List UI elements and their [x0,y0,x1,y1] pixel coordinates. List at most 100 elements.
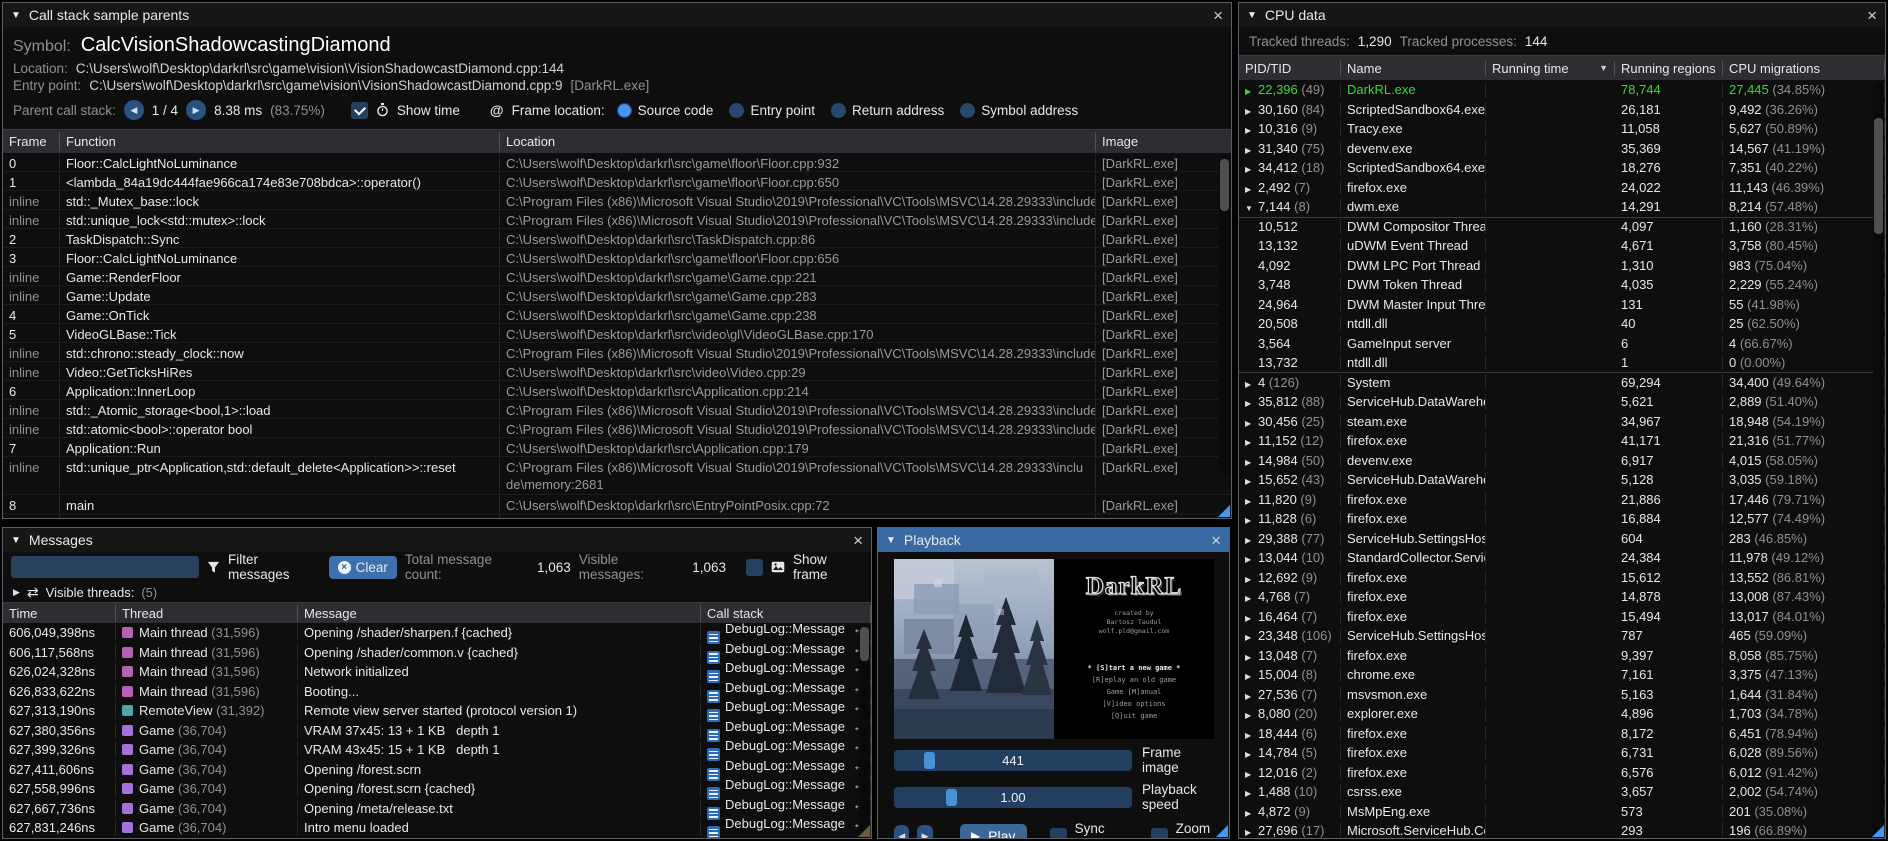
table-row[interactable]: inlinestd::unique_lock<std::mutex>::lock… [3,210,1231,229]
play-button[interactable]: ▶ Play [960,824,1027,839]
col-image[interactable]: Image [1096,132,1231,151]
table-row[interactable]: ▶14,784 (5)firefox.exe97.95 ms (0.42%)6,… [1239,743,1885,763]
resize-grip[interactable] [1218,505,1230,517]
visible-threads-row[interactable]: ▶ ⇄ Visible threads: (5) [3,582,871,602]
sync-timeline-checkbox[interactable] [1050,828,1067,840]
table-row[interactable]: ▶18,444 (6)firefox.exe104.2 ms (0.45%)8,… [1239,724,1885,744]
frame-location-option[interactable]: Source code [617,103,714,118]
table-row[interactable]: 10,512 DWM Compositor Thread1.53 s (6.63… [1239,217,1885,237]
table-row[interactable]: 13,732 ntdll.dll5.84 us (0.00%)10 (0.00%… [1239,353,1885,373]
table-row[interactable]: ▶11,152 (12)firefox.exe632.15 ms (2.74%)… [1239,431,1885,451]
table-row[interactable]: ▶10,316 (9)Tracy.exe2.18 s (9.45%)11,058… [1239,119,1885,139]
table-row[interactable]: 7Application::RunC:\Users\wolf\Desktop\d… [3,438,1231,457]
table-row[interactable]: ▶27,536 (7)msvsmon.exe133.45 ms (0.58%)5… [1239,685,1885,705]
expand-icon[interactable]: ▶ [13,587,20,598]
table-row[interactable]: ▶11,820 (9)firefox.exe346.58 ms (1.50%)2… [1239,490,1885,510]
table-row[interactable]: ▶11,828 (6)firefox.exe291.26 ms (1.26%)1… [1239,509,1885,529]
filter-input[interactable] [11,556,199,578]
table-row[interactable]: 5VideoGLBase::TickC:\Users\wolf\Desktop\… [3,324,1231,343]
table-row[interactable]: 6Application::InnerLoopC:\Users\wolf\Des… [3,381,1231,400]
close-icon[interactable]: × [853,532,863,549]
table-row[interactable]: ▶34,412 (18)ScriptedSandbox64.exe1.85 s … [1239,158,1885,178]
zoom-2x-checkbox[interactable] [1151,828,1168,840]
col-frame[interactable]: Frame [3,132,60,151]
radio-icon[interactable] [729,103,744,118]
playback-titlebar[interactable]: ▼ Playback × [878,528,1229,552]
playback-speed-slider[interactable]: 1.00 [894,787,1132,808]
table-row[interactable]: ▶13,044 (10)StandardCollector.Servic242.… [1239,548,1885,568]
table-row[interactable]: 3,748 DWM Token Thread23.37 ms (0.10%)4,… [1239,275,1885,295]
table-row[interactable]: 627,831,246nsGame (36,704)Intro menu loa… [3,818,871,838]
location-value[interactable]: C:\Users\wolf\Desktop\darkrl\src\game\vi… [76,61,564,76]
table-row[interactable]: ▶30,160 (84)ScriptedSandbox64.exe2.51 s … [1239,100,1885,120]
messages-scrollbar[interactable] [859,625,870,837]
frame-location-option[interactable]: Entry point [729,103,815,118]
table-row[interactable]: ▼7,144 (8)dwm.exe1.66 s (7.18%)14,2918,2… [1239,197,1885,217]
messages-titlebar[interactable]: ▼ Messages × [3,528,871,552]
table-row[interactable]: 3,564 GameInput server69.68 us (0.00%)64… [1239,334,1885,354]
table-row[interactable]: 13,132 uDWM Event Thread68.29 ms (0.30%)… [1239,236,1885,256]
table-row[interactable]: ▶8,080 (20)explorer.exe105.66 ms (0.46%)… [1239,704,1885,724]
table-row[interactable]: 3Floor::CalcLightNoLuminanceC:\Users\wol… [3,248,1231,267]
table-row[interactable]: ▶29,388 (77)ServiceHub.SettingsHost273.1… [1239,529,1885,549]
col-function[interactable]: Function [60,132,500,151]
table-row[interactable]: ▶31,340 (75)devenv.exe1.91 s (8.26%)35,3… [1239,139,1885,159]
table-row[interactable]: ▶4,768 (7)firefox.exe187.54 ms (0.81%)14… [1239,587,1885,607]
call-stack-scrollbar[interactable] [1219,155,1230,475]
table-row[interactable]: 20,508 ntdll.dll1.01 ms (0.00%)4025 (62.… [1239,314,1885,334]
cpu-data-titlebar[interactable]: ▼ CPU data × [1239,3,1885,27]
radio-icon[interactable] [831,103,846,118]
table-row[interactable]: ▶2,492 (7)firefox.exe1.71 s (7.42%)24,02… [1239,178,1885,198]
table-row[interactable]: ▶23,348 (106)ServiceHub.SettingsHost158.… [1239,626,1885,646]
collapse-icon[interactable]: ▼ [11,535,21,546]
col-time[interactable]: Time [3,605,116,622]
col-location[interactable]: Location [500,132,1096,151]
show-time-checkbox[interactable] [351,102,368,119]
step-forward-button[interactable]: ▶ [917,825,932,839]
col-pid-tid[interactable]: PID/TID [1239,61,1341,76]
col-running-time[interactable]: Running time ▼ [1486,61,1615,76]
scrollbar-thumb[interactable] [1874,118,1883,234]
playback-frame-image[interactable]: DarkRL created byBartosz Taudulwolf.pld@… [894,559,1214,739]
frame-location-option[interactable]: Symbol address [960,103,1078,118]
table-row[interactable]: ▶16,464 (7)firefox.exe187 ms (0.81%)15,4… [1239,607,1885,627]
collapse-icon[interactable]: ▼ [1247,10,1257,21]
table-row[interactable]: ▶15,652 (43)ServiceHub.DataWarehou580.22… [1239,470,1885,490]
table-row[interactable]: ▶4,872 (9)MsMpEng.exe70.22 ms (0.30%)573… [1239,802,1885,822]
prev-stack-button[interactable]: ◀ [124,100,144,120]
col-name[interactable]: Name [1341,61,1486,76]
table-row[interactable]: inlineinvoke_maind:\agent\_work\63\s\src… [3,514,1231,518]
table-row[interactable]: inlinestd::_Atomic_storage<bool,1>::load… [3,400,1231,419]
show-frame-checkbox[interactable] [746,559,763,576]
table-row[interactable]: inlinestd::unique_ptr<Application,std::d… [3,457,1231,495]
col-running-regions[interactable]: Running regions [1615,61,1723,76]
table-row[interactable]: 24,964 DWM Master Input Thread5.03 ms (0… [1239,295,1885,315]
table-row[interactable]: inlinestd::chrono::steady_clock::nowC:\P… [3,343,1231,362]
table-row[interactable]: ▶14,984 (50)devenv.exe584.69 ms (2.53%)6… [1239,451,1885,471]
scrollbar-thumb[interactable] [860,627,869,661]
table-row[interactable]: 0Floor::CalcLightNoLuminanceC:\Users\wol… [3,153,1231,172]
col-cpu-migrations[interactable]: CPU migrations [1723,61,1885,76]
clear-button[interactable]: × Clear [329,556,397,579]
table-row[interactable]: 2TaskDispatch::SyncC:\Users\wolf\Desktop… [3,229,1231,248]
table-row[interactable]: ▶12,692 (9)firefox.exe231.76 ms (1.00%)1… [1239,568,1885,588]
next-stack-button[interactable]: ▶ [186,100,206,120]
table-row[interactable]: inlinestd::_Mutex_base::lockC:\Program F… [3,191,1231,210]
col-thread[interactable]: Thread [116,605,298,622]
table-row[interactable]: ▶30,456 (25)steam.exe643.61 ms (2.79%)34… [1239,412,1885,432]
resize-grip[interactable] [1872,825,1884,837]
table-row[interactable]: ▶13,048 (7)firefox.exe154.28 ms (0.67%)9… [1239,646,1885,666]
call-stack-titlebar[interactable]: ▼ Call stack sample parents × [3,3,1231,27]
resize-grip[interactable] [1216,825,1228,837]
radio-icon[interactable] [960,103,975,118]
collapse-icon[interactable]: ▼ [11,10,21,21]
col-message[interactable]: Message [298,605,701,622]
close-icon[interactable]: × [1867,7,1877,24]
collapse-icon[interactable]: ▼ [886,535,896,546]
table-row[interactable]: ▶15,004 (8)chrome.exe147 ms (0.64%)7,161… [1239,665,1885,685]
radio-icon[interactable] [617,103,632,118]
table-row[interactable]: ▶22,396 (49)DarkRL.exe14.33 s (62.06%)78… [1239,80,1885,100]
cpu-scrollbar[interactable] [1873,82,1884,838]
table-row[interactable]: inlineGame::UpdateC:\Users\wolf\Desktop\… [3,286,1231,305]
scrollbar-thumb[interactable] [1220,159,1229,211]
